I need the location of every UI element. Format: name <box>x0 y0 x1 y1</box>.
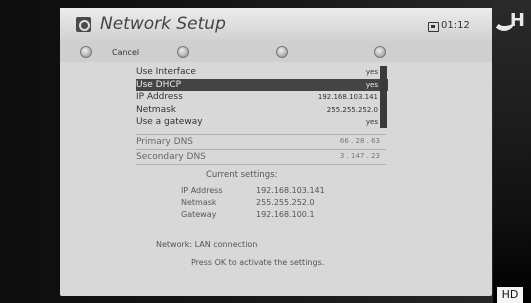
list-item-label: Use DHCP <box>136 79 182 90</box>
divider <box>136 164 386 165</box>
network-setup-panel: Network Setup 01:12 Cancel Use Interface… <box>60 8 492 296</box>
current-ip-label: IP Address <box>181 186 223 195</box>
list-item-value: yes <box>365 80 378 89</box>
activate-hint: Press OK to activate the settings. <box>191 258 325 267</box>
network-status: Network: LAN connection <box>156 240 257 249</box>
list-item-use-gateway[interactable]: Use a gateway yes <box>136 116 388 129</box>
yellow-button-icon[interactable] <box>276 46 288 58</box>
current-gateway-label: Gateway <box>181 210 217 219</box>
panel-header: Network Setup 01:12 <box>60 8 492 42</box>
divider <box>136 149 386 150</box>
list-item-label: Netmask <box>136 104 176 115</box>
clock-time: 01:12 <box>441 20 470 31</box>
list-item-netmask[interactable]: Netmask 255.255.252.0 <box>136 104 388 117</box>
list-item-value: 255.255.252.0 <box>326 105 378 114</box>
clock-icon <box>428 22 439 32</box>
current-ip-value: 192.168.103.141 <box>256 186 325 195</box>
settings-list: Use Interface yes Use DHCP yes IP Addres… <box>136 66 388 129</box>
current-netmask-value: 255.255.252.0 <box>256 198 315 207</box>
list-item-value: 3 . 147 . 23 <box>339 152 380 160</box>
color-button-bar: Cancel <box>60 42 492 62</box>
list-item-value: 192.168.103.141 <box>317 93 378 101</box>
list-item-label: Primary DNS <box>136 137 194 147</box>
list-item-label: IP Address <box>136 92 183 102</box>
cancel-button-label[interactable]: Cancel <box>112 48 139 57</box>
red-button-icon[interactable] <box>80 46 92 58</box>
blue-button-icon[interactable] <box>374 46 386 58</box>
current-netmask-row: Netmask 255.255.252.0 <box>181 198 361 210</box>
list-item-value: yes <box>365 68 378 76</box>
gear-icon <box>76 17 91 32</box>
page-title: Network Setup <box>100 14 226 34</box>
list-item-label: Use a gateway <box>136 117 203 127</box>
divider <box>136 134 386 135</box>
network-value: LAN connection <box>194 240 258 249</box>
list-item-primary-dns[interactable]: Primary DNS 66 . 28 . 63 <box>136 137 386 147</box>
list-item-use-interface[interactable]: Use Interface yes <box>136 66 388 79</box>
list-item-label: Secondary DNS <box>136 152 206 162</box>
current-settings-heading: Current settings: <box>206 170 278 180</box>
scrollbar-thumb[interactable] <box>380 66 387 128</box>
current-gateway-value: 192.168.100.1 <box>256 210 315 219</box>
current-netmask-label: Netmask <box>181 198 217 207</box>
list-item-value: yes <box>365 118 378 126</box>
green-button-icon[interactable] <box>177 46 189 58</box>
network-label: Network: <box>156 240 193 249</box>
logo-letter: H <box>509 10 525 31</box>
list-item-label: Use Interface <box>136 67 196 77</box>
side-bezel <box>493 0 531 303</box>
list-item-value: 66 . 28 . 63 <box>339 137 380 145</box>
list-item-use-dhcp[interactable]: Use DHCP yes <box>136 78 388 91</box>
current-gateway-row: Gateway 192.168.100.1 <box>181 210 361 222</box>
hd-badge: HD <box>497 287 523 303</box>
list-item-ip-address[interactable]: IP Address 192.168.103.141 <box>136 91 388 104</box>
list-item-secondary-dns[interactable]: Secondary DNS 3 . 147 . 23 <box>136 152 386 162</box>
current-ip-row: IP Address 192.168.103.141 <box>181 186 361 198</box>
channel-logo: H <box>493 10 527 34</box>
